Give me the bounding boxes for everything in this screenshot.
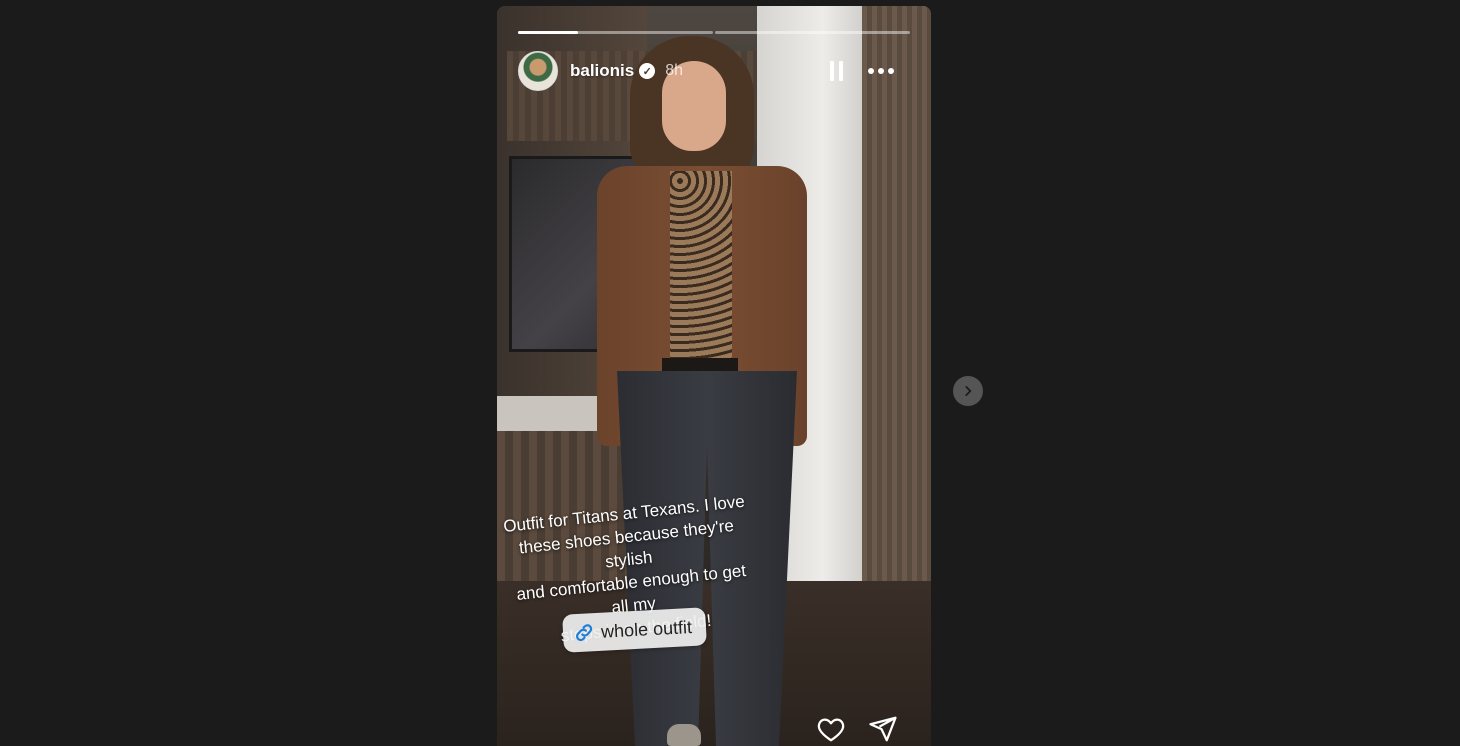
person-shirt xyxy=(670,171,732,361)
more-options-icon[interactable] xyxy=(868,68,894,74)
story-frame[interactable]: balionis ✓ 8h Outfit for Titans at Texan… xyxy=(497,6,931,746)
story-header: balionis ✓ 8h xyxy=(518,50,910,92)
progress-fill xyxy=(518,31,579,34)
link-icon xyxy=(575,624,593,642)
time-ago: 8h xyxy=(665,62,684,79)
heart-icon[interactable] xyxy=(815,714,847,744)
verified-badge-icon: ✓ xyxy=(639,63,656,79)
link-sticker[interactable]: whole outfit xyxy=(562,607,707,653)
progress-segment-2 xyxy=(715,31,910,34)
username[interactable]: balionis xyxy=(570,61,634,81)
person-shoe xyxy=(667,724,701,746)
scene-wood-door xyxy=(862,6,931,646)
profile-avatar[interactable] xyxy=(518,51,558,91)
send-icon[interactable] xyxy=(867,714,899,744)
next-story-button[interactable] xyxy=(953,376,983,406)
link-sticker-label: whole outfit xyxy=(600,616,693,642)
story-viewer: balionis ✓ 8h Outfit for Titans at Texan… xyxy=(0,0,1460,746)
progress-segment-1 xyxy=(518,31,713,34)
pause-icon[interactable] xyxy=(830,61,844,81)
chevron-right-icon xyxy=(965,386,972,396)
